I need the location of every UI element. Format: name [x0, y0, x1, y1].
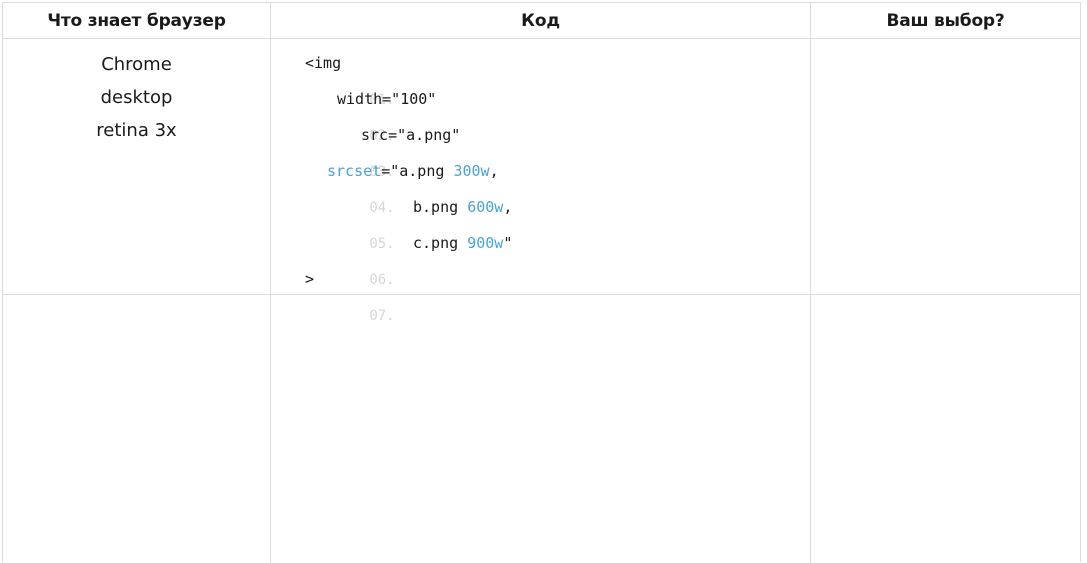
table-header-row: Что знает браузер Код Ваш выбор? [3, 3, 1080, 39]
code-line: 04. srcset="a.png 300w, [271, 153, 810, 216]
code-text: , [489, 162, 499, 180]
browser-density: retina 3x [96, 120, 177, 141]
comparison-table: Что знает браузер Код Ваш выбор? Chrome … [2, 2, 1081, 563]
code-width-value: 600w [467, 198, 504, 216]
empty-cell [811, 295, 1080, 563]
browser-platform: desktop [100, 87, 173, 108]
header-your-choice: Ваш выбор? [886, 11, 1005, 31]
code-cell: 01. <img 02. width="100" 03. src="a.png" 04… [271, 39, 811, 324]
code-text: <img [305, 54, 342, 72]
empty-cell [3, 295, 271, 563]
code-text: " [503, 234, 513, 252]
browser-info-cell: Chrome desktop retina 3x [3, 39, 271, 294]
code-line: 06. c.png 900w" [271, 225, 810, 288]
choice-cell [811, 39, 1080, 294]
code-line: 05. b.png 600w, [271, 189, 810, 252]
code-line: 03. src="a.png" [271, 117, 810, 180]
code-line: 01. <img [271, 45, 810, 108]
code-text: width="100" [337, 90, 437, 108]
code-text: src="a.png" [361, 126, 461, 144]
header-browser-knows: Что знает браузер [3, 3, 271, 38]
code-width-value: 300w [453, 162, 490, 180]
code-text: > [305, 270, 315, 288]
code-line: 02. width="100" [271, 81, 810, 144]
browser-name: Chrome [101, 54, 172, 75]
table-row: Chrome desktop retina 3x 01. <img 02. widt… [3, 39, 1080, 324]
code-width-value: 900w [467, 234, 504, 252]
empty-cell [271, 295, 811, 563]
code-text: c.png [413, 234, 468, 252]
header-code: Код [271, 3, 811, 38]
code-line: 07. > [271, 261, 810, 324]
table-row [3, 295, 1080, 563]
code-text: , [503, 198, 513, 216]
code-attr-name: srcset [327, 162, 382, 180]
code-text: ="a.png [381, 162, 454, 180]
code-block: 01. <img 02. width="100" 03. src="a.png" 04… [271, 39, 810, 324]
code-text: b.png [413, 198, 468, 216]
